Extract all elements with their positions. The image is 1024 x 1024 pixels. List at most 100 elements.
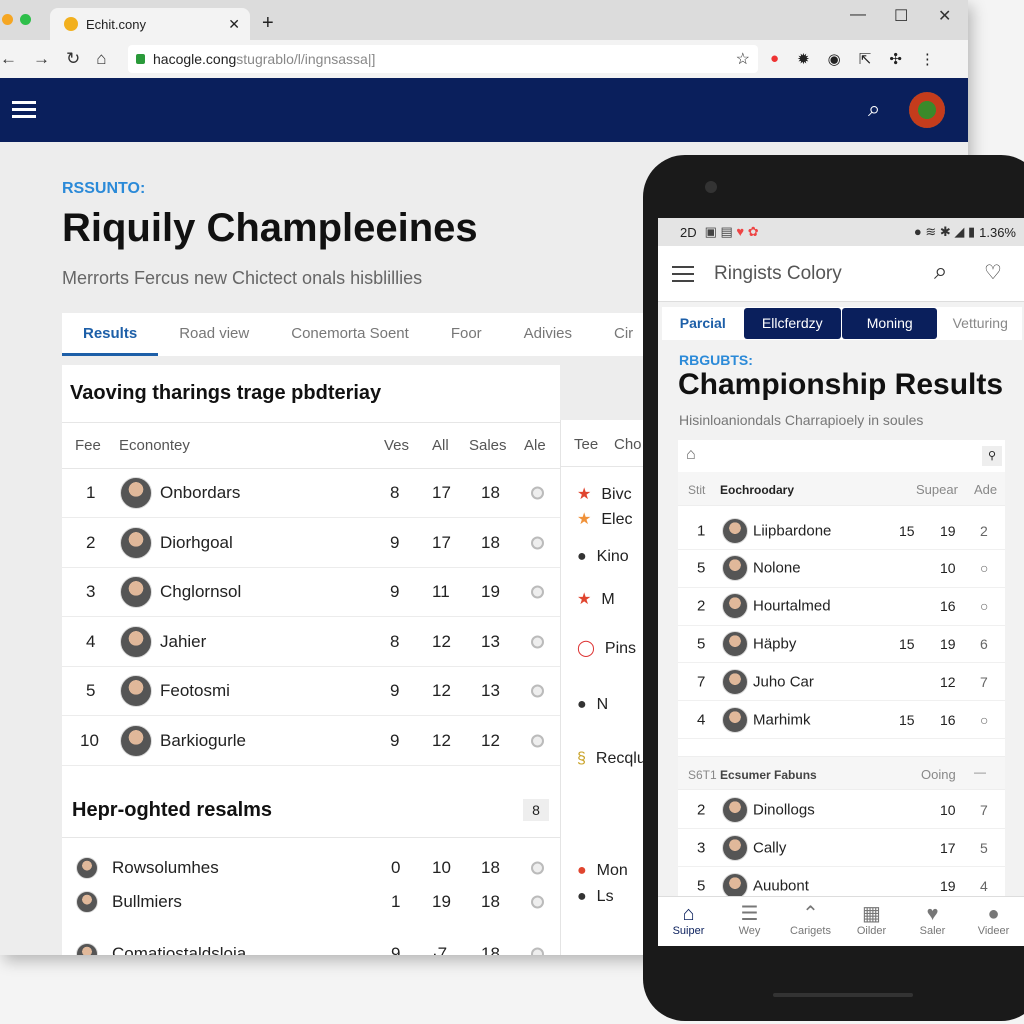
- results-table: Vaoving tharings trage pbdteriay Fee Eco…: [62, 365, 560, 955]
- table-row[interactable]: Comatiostaldsloia 9 ·7 18: [62, 938, 560, 955]
- reload-icon[interactable]: ↻: [66, 49, 80, 69]
- extension-share-icon[interactable]: ⇱: [859, 50, 872, 68]
- status-ring-icon[interactable]: [531, 895, 544, 909]
- search-small-icon[interactable]: ⚲: [982, 446, 1002, 466]
- search-icon[interactable]: ⌕: [868, 96, 880, 122]
- table-row[interactable]: 1 Onbordars 8 17 18: [62, 469, 560, 518]
- nav-3[interactable]: ▦ Oilder: [841, 897, 902, 946]
- minimize-dot[interactable]: [2, 14, 13, 25]
- nav-4[interactable]: ♥ Saler: [902, 897, 963, 946]
- status-ring-icon[interactable]: [531, 947, 544, 955]
- bookmark-star-icon[interactable]: ☆: [736, 49, 750, 69]
- extension-circle-icon[interactable]: ◉: [828, 50, 841, 68]
- table-row[interactable]: 5 Nolone 10 ○: [678, 550, 1005, 588]
- side-item[interactable]: ● Mon: [577, 862, 628, 880]
- location-icon[interactable]: ♡: [984, 260, 1002, 285]
- status-ring-icon[interactable]: [531, 486, 544, 500]
- table-row[interactable]: 5 Häpby 15 19 6: [678, 625, 1005, 664]
- phone-kicker: RBGUBTS:: [679, 352, 753, 368]
- row-col2: 17: [940, 839, 956, 856]
- phone-tab-3[interactable]: Vetturing: [938, 308, 1022, 339]
- address-bar[interactable]: hacogle.congstugrablo/l/ingnsassa|] ☆: [128, 45, 758, 73]
- col-name[interactable]: Econontey: [119, 437, 190, 454]
- col-all[interactable]: All: [432, 437, 449, 454]
- col-sales[interactable]: Sales: [469, 437, 507, 454]
- nav-1[interactable]: ☰ Wey: [719, 897, 780, 946]
- row-rank: 1: [697, 522, 706, 539]
- side-item[interactable]: § Recqlu: [577, 750, 646, 768]
- home-icon[interactable]: ⌂: [686, 446, 696, 464]
- row-col2: 19: [940, 635, 956, 652]
- app-title: Ringists Colory: [714, 263, 842, 284]
- extension-puzzle-icon[interactable]: ✣: [889, 50, 902, 68]
- maximize-dot[interactable]: [20, 14, 31, 25]
- side-item[interactable]: ★ Bivc: [577, 484, 632, 504]
- col-fee[interactable]: Fee: [75, 437, 101, 454]
- hamburger-menu-icon[interactable]: [12, 108, 36, 111]
- tab-4[interactable]: Adivies: [503, 313, 593, 356]
- table-row[interactable]: 5 Feotosmi 9 12 13: [62, 667, 560, 716]
- nav-0[interactable]: ⌂ Suiper: [658, 897, 719, 946]
- extension-red-icon[interactable]: ●: [770, 50, 779, 68]
- phone-tab-1[interactable]: Ellcferdzy: [743, 308, 841, 339]
- phone-table-header: Stit Eochroodary Supear Ade: [678, 472, 1005, 506]
- page-kicker: RSSUNTO:: [62, 180, 146, 197]
- row-sales: 18: [481, 858, 500, 877]
- browser-tab[interactable]: Echit.cony ✕: [50, 8, 250, 40]
- user-avatar[interactable]: [909, 92, 945, 128]
- new-tab-icon[interactable]: +: [262, 12, 274, 35]
- menu-kebab-icon[interactable]: ⋮: [920, 50, 935, 68]
- minimize-icon[interactable]: —: [850, 6, 866, 24]
- row-rank: 10: [80, 730, 99, 750]
- col-ale[interactable]: Ale: [524, 437, 546, 454]
- tab-0[interactable]: Results: [62, 313, 159, 356]
- forward-icon[interactable]: →: [33, 49, 50, 69]
- extension-gear-icon[interactable]: ✹: [797, 50, 810, 68]
- side-item-icon: ●: [577, 888, 587, 905]
- table-row[interactable]: 2 Diorhgoal 9 17 18: [62, 519, 560, 568]
- side-item-label: M: [601, 591, 615, 608]
- table-row[interactable]: 2 Dinollogs 10 7: [678, 791, 1005, 829]
- tab-2[interactable]: Conemorta Soent: [270, 313, 430, 356]
- tab-1[interactable]: Road view: [158, 313, 270, 356]
- phone-tab-2[interactable]: Moning: [842, 308, 938, 339]
- table-row[interactable]: 4 Marhimk 15 16 ○: [678, 701, 1005, 739]
- row-sales: 18: [481, 892, 500, 911]
- table-row[interactable]: 10 Barkiogurle 9 12 12: [62, 717, 560, 766]
- col-ves[interactable]: Ves: [384, 437, 409, 454]
- search-icon[interactable]: ⌕: [934, 258, 947, 286]
- nav-2[interactable]: ⌃ Carigets: [780, 897, 841, 946]
- status-ring-icon[interactable]: [531, 585, 544, 599]
- table-row[interactable]: 1 Liipbardone 15 19 2: [678, 512, 1005, 550]
- close-window-icon[interactable]: ✕: [938, 6, 951, 26]
- maximize-icon[interactable]: ☐: [894, 6, 908, 26]
- table-row[interactable]: 7 Juho Car 12 7: [678, 663, 1005, 702]
- home-icon[interactable]: ⌂: [96, 49, 106, 69]
- status-ring-icon[interactable]: [531, 861, 544, 875]
- nav-5[interactable]: ● Videer: [963, 897, 1024, 946]
- row-col3: 7: [980, 801, 988, 818]
- side-item[interactable]: ★ M: [577, 589, 615, 609]
- menu-icon[interactable]: [672, 273, 694, 275]
- side-item[interactable]: ● Kino: [577, 548, 629, 566]
- side-item[interactable]: ● N: [577, 696, 608, 714]
- table-row[interactable]: Bullmiers 1 19 18: [62, 886, 560, 918]
- side-item[interactable]: ★ Elec: [577, 509, 632, 529]
- table-row[interactable]: 4 Jahier 8 12 13: [62, 618, 560, 667]
- table-row[interactable]: 3 Chglornsol 9 11 19: [62, 568, 560, 617]
- side-item[interactable]: ◯ Pins: [577, 638, 636, 658]
- table-row[interactable]: 2 Hourtalmed 16 ○: [678, 588, 1005, 626]
- status-ring-icon[interactable]: [531, 734, 544, 747]
- phone-tab-0[interactable]: Parcial: [662, 308, 744, 339]
- row-all: 12: [432, 730, 451, 750]
- tab-3[interactable]: Foor: [430, 313, 503, 356]
- close-tab-icon[interactable]: ✕: [228, 16, 240, 33]
- status-ring-icon[interactable]: [531, 684, 544, 698]
- table-row[interactable]: Rowsolumhes 0 10 18: [62, 852, 560, 884]
- table-row[interactable]: 3 Cally 17 5: [678, 829, 1005, 867]
- back-icon[interactable]: ←: [0, 49, 17, 69]
- status-ring-icon[interactable]: [531, 536, 544, 549]
- side-item[interactable]: ● Ls: [577, 888, 614, 906]
- status-ring-icon[interactable]: [531, 635, 544, 648]
- row-all: 19: [432, 892, 451, 911]
